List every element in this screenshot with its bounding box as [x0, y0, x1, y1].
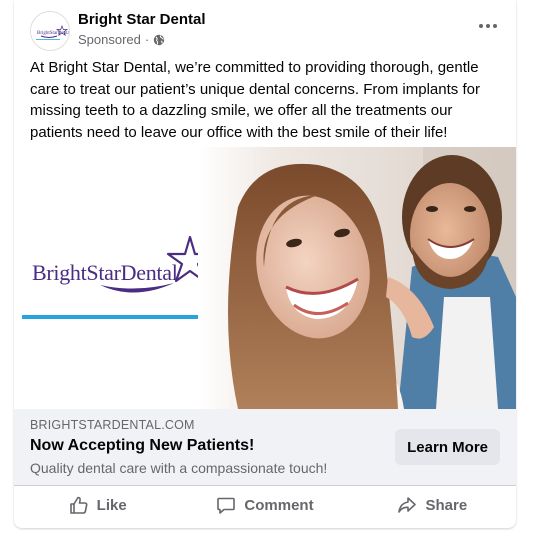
share-icon [398, 497, 417, 513]
post-body-text: At Bright Star Dental, we’re committed t… [30, 59, 480, 141]
more-options-icon[interactable] [474, 16, 502, 36]
meta-separator: · [144, 32, 150, 47]
sponsored-post-card: BrightStarDental Bright Star Dental Spon… [14, 0, 516, 528]
brand-logo: BrightStarDental [22, 233, 218, 323]
learn-more-button[interactable]: Learn More [395, 429, 500, 465]
link-description: Quality dental care with a compassionate… [30, 460, 328, 476]
page-name[interactable]: Bright Star Dental [78, 11, 206, 28]
post-header: BrightStarDental Bright Star Dental Spon… [30, 10, 500, 52]
globe-icon[interactable] [153, 34, 165, 46]
smiling-couple-photo [198, 147, 516, 409]
share-button[interactable]: Share [349, 487, 516, 523]
comment-icon [217, 497, 236, 514]
like-label: Like [96, 496, 127, 514]
post-meta: Sponsored · [78, 32, 165, 47]
logo-star-swoosh-icon [100, 235, 214, 293]
comment-button[interactable]: Comment [181, 487, 348, 523]
share-label: Share [425, 496, 468, 514]
link-preview-bar[interactable]: BRIGHTSTARDENTAL.COM Now Accepting New P… [14, 409, 516, 486]
sponsored-label[interactable]: Sponsored [78, 32, 141, 47]
link-domain: BRIGHTSTARDENTAL.COM [30, 418, 195, 432]
link-headline[interactable]: Now Accepting New Patients! [30, 437, 254, 455]
comment-label: Comment [244, 496, 314, 514]
like-button[interactable]: Like [14, 487, 181, 523]
avatar-logo-icon: BrightStarDental [31, 12, 69, 50]
page-avatar[interactable]: BrightStarDental [30, 11, 70, 51]
ad-creative-image[interactable]: BrightStarDental [14, 147, 516, 409]
post-actions-bar: Like Comment Share [14, 487, 516, 523]
thumbs-up-icon [69, 496, 88, 514]
logo-accent-line [22, 315, 212, 319]
